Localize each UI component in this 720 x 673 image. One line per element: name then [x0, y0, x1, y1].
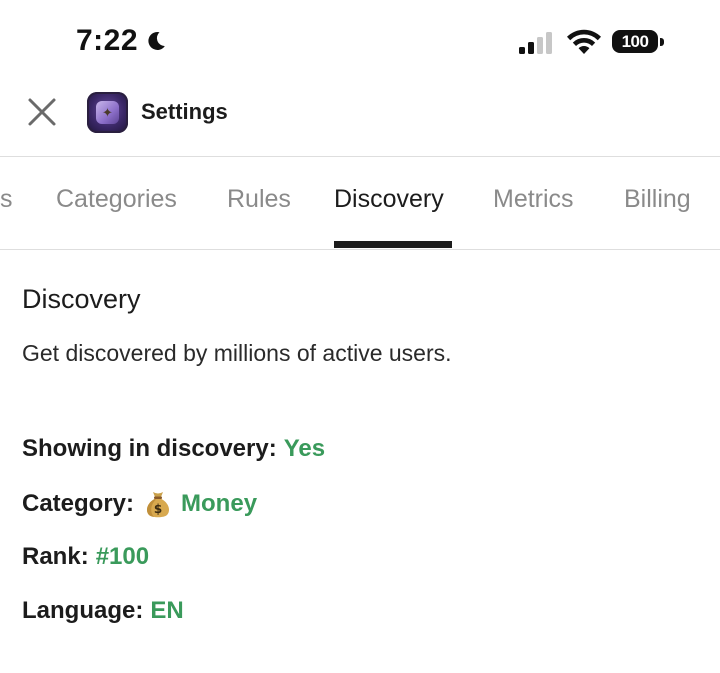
info-label: Language: [22, 597, 144, 624]
header-bar: ✦ Settings [0, 80, 720, 157]
info-row-rank: Rank: #100 [22, 543, 149, 571]
moneybag-icon: $ [147, 492, 170, 518]
page-title: Settings [141, 99, 228, 124]
tab-metrics[interactable]: Metrics [493, 185, 574, 214]
section-title: Discovery [22, 284, 141, 314]
info-label: Rank: [22, 543, 89, 570]
info-value: Yes [283, 435, 326, 462]
tab-bar: s Categories Rules Discovery Metrics Bil… [0, 157, 720, 250]
info-row-category: Category: $ Money [22, 489, 257, 519]
tab-categories[interactable]: Categories [56, 185, 177, 214]
tab-partial[interactable]: s [0, 185, 13, 214]
info-row-showing-in-discovery: Showing in discovery: Yes [22, 435, 325, 463]
tab-billing[interactable]: Billing [624, 185, 691, 214]
tab-rules[interactable]: Rules [227, 185, 291, 214]
moon-icon [148, 31, 165, 50]
info-value: #100 [95, 543, 150, 570]
info-value: EN [150, 597, 184, 624]
info-label: Category: [22, 490, 135, 517]
battery-level: 100 [612, 30, 658, 53]
section-description: Get discovered by millions of active use… [22, 340, 452, 366]
app-icon-glyph: ✦ [102, 104, 113, 120]
status-bar: 7:22 100 [0, 0, 720, 80]
status-time: 7:22 [76, 24, 168, 58]
tab-discovery[interactable]: Discovery [334, 185, 444, 214]
active-tab-indicator [334, 241, 452, 248]
info-label: Showing in discovery: [22, 435, 277, 462]
battery-cap [660, 38, 664, 46]
app-icon: ✦ [87, 92, 128, 133]
battery-indicator: 100 [612, 30, 666, 55]
close-icon[interactable] [24, 94, 60, 130]
wifi-icon [567, 29, 601, 54]
cellular-signal-icon [519, 32, 552, 54]
svg-text:$: $ [154, 502, 162, 516]
info-row-language: Language: EN [22, 597, 184, 625]
status-time-text: 7:22 [76, 24, 139, 57]
app-icon-inner: ✦ [96, 101, 119, 124]
info-value: Money [181, 490, 258, 517]
